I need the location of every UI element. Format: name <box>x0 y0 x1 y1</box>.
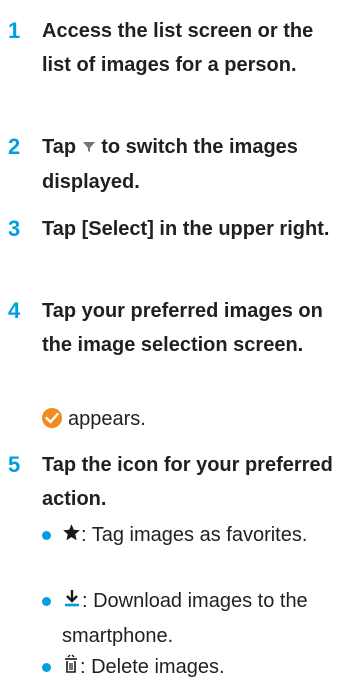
step-4-note: appears. <box>42 402 342 436</box>
step-text: Tap the icon for your preferred action. <box>42 454 333 510</box>
action-text: : Download images to the smartphone. <box>62 590 308 647</box>
trash-icon <box>62 651 80 685</box>
download-icon <box>62 585 82 619</box>
note-text: appears. <box>68 408 146 430</box>
step-number: 2 <box>8 134 21 159</box>
step-text: Tap [Select] in the upper right. <box>42 218 330 240</box>
bullet-dot <box>42 663 51 672</box>
step-text-before: Tap <box>42 136 77 158</box>
filter-icon <box>82 131 96 165</box>
step-number: 4 <box>8 298 21 323</box>
step-number: 1 <box>8 18 21 43</box>
bullet-dot <box>42 531 51 540</box>
action-text: : Delete images. <box>80 656 225 678</box>
step-text: Tap to switch the images displayed. <box>42 130 342 199</box>
bullet-dot <box>42 597 51 606</box>
star-icon <box>62 519 81 553</box>
step-text: Access the list screen or the list of im… <box>42 20 314 76</box>
step-number: 3 <box>8 216 21 241</box>
check-icon <box>42 408 62 428</box>
step-number: 5 <box>8 452 21 477</box>
step-text: Tap your preferred images on the image s… <box>42 300 323 356</box>
step-text-after: to switch the images displayed. <box>42 136 298 193</box>
instructions-page: 1 Access the list screen or the list of … <box>0 0 349 698</box>
action-text: : Tag images as favorites. <box>81 524 308 546</box>
